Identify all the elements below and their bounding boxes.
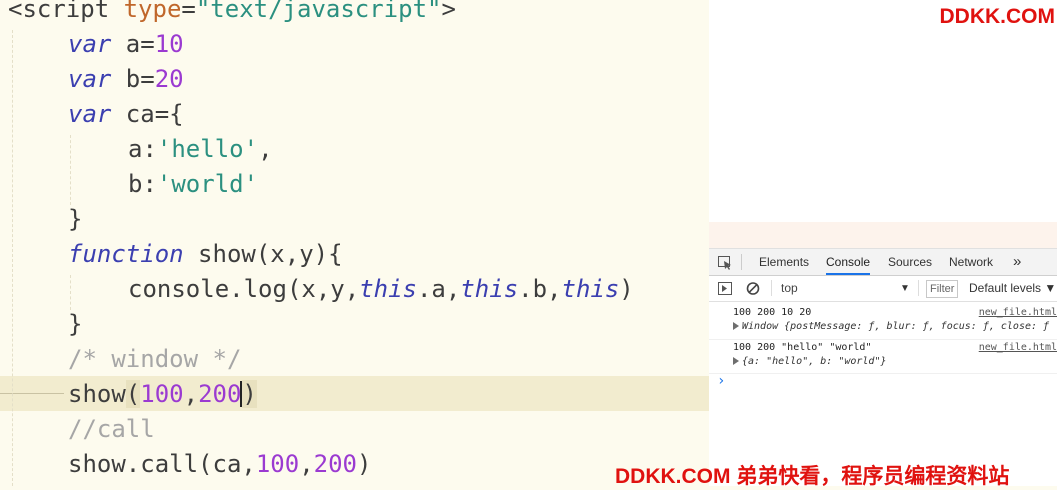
code-token: > — [441, 0, 456, 23]
code-token: console.log(x,y, — [128, 275, 360, 303]
code-token: 20 — [154, 65, 184, 93]
tab-console[interactable]: Console — [826, 249, 871, 275]
current-line-marker — [0, 393, 64, 394]
clear-console-icon[interactable] — [745, 276, 761, 301]
code-token: 100 — [255, 450, 300, 478]
code-token: a= — [111, 30, 155, 58]
code-token: show — [68, 380, 126, 408]
code-line[interactable]: var ca={ — [68, 97, 184, 132]
code-token: /* window */ — [68, 345, 242, 373]
inspect-element-icon[interactable] — [717, 249, 733, 275]
code-token: 10 — [154, 30, 184, 58]
context-dropdown-icon[interactable]: ▼ — [900, 276, 910, 301]
toolbar-divider — [918, 280, 919, 296]
tab-elements[interactable]: Elements — [759, 249, 809, 275]
console-object-row[interactable]: Window {postMessage: ƒ, blur: ƒ, focus: … — [733, 321, 1049, 332]
code-line[interactable]: <script type="text/javascript"> — [8, 0, 456, 27]
code-line[interactable]: } — [68, 202, 82, 237]
code-token: var — [68, 30, 112, 58]
devtools-tab-bar: Elements Console Sources Network » — [709, 249, 1057, 276]
code-token: show(x,y){ — [183, 240, 343, 268]
indent-guide — [70, 135, 71, 205]
code-token: b= — [111, 65, 155, 93]
expand-arrow-icon[interactable] — [733, 322, 739, 330]
log-levels-dropdown[interactable]: Default levels ▼ — [969, 276, 1056, 301]
console-object-row[interactable]: {a: "hello", b: "world"} — [733, 356, 887, 367]
code-token: , — [258, 135, 273, 163]
code-token: ( — [125, 380, 141, 408]
tab-network[interactable]: Network — [949, 249, 993, 275]
tab-sources[interactable]: Sources — [888, 249, 932, 275]
code-line[interactable]: function show(x,y){ — [68, 237, 343, 272]
code-token: type — [123, 0, 182, 23]
console-message: 100 200 "hello" "world" new_file.html {a… — [709, 341, 1057, 374]
devtools-splitter[interactable] — [709, 222, 1057, 249]
code-line[interactable]: a:'hello', — [128, 132, 273, 167]
code-line[interactable]: /* window */ — [68, 342, 241, 377]
devtools-panel: Elements Console Sources Network » top ▼… — [709, 0, 1057, 486]
code-token: 100 — [140, 380, 184, 408]
console-message-text: 100 200 10 20 — [733, 307, 812, 318]
code-line[interactable]: console.log(x,y,this.a,this.b,this) — [128, 272, 634, 307]
code-token: //call — [68, 415, 155, 443]
code-token: ) — [619, 275, 634, 303]
console-toolbar: top ▼ Filter Default levels ▼ — [709, 276, 1057, 302]
indent-guide — [70, 275, 71, 310]
code-line[interactable]: show(100,200) — [68, 377, 257, 412]
watermark-top: DDKK.COM — [939, 5, 1056, 28]
console-object-preview[interactable]: {a: "hello", b: "world"} — [742, 356, 887, 367]
code-line[interactable]: var b=20 — [68, 62, 184, 97]
code-line[interactable]: } — [68, 307, 82, 342]
code-token: 'world' — [156, 170, 259, 198]
context-selector[interactable]: top — [781, 276, 798, 301]
console-message: 100 200 10 20 new_file.html Window {post… — [709, 306, 1057, 340]
toolbar-divider — [771, 280, 772, 296]
code-token: var — [68, 65, 112, 93]
code-token: 200 — [198, 380, 242, 408]
code-token: this — [359, 275, 417, 303]
code-token: b: — [128, 170, 157, 198]
code-token: "text/javascript" — [195, 0, 442, 23]
code-token: ) — [357, 450, 372, 478]
code-token: } — [68, 205, 83, 233]
message-source-link[interactable]: new_file.html — [979, 307, 1057, 318]
code-line[interactable]: var a=10 — [68, 27, 184, 62]
code-token: show.call(ca, — [68, 450, 256, 478]
code-line[interactable]: show.call(ca,100,200) — [68, 447, 371, 482]
code-token: , — [299, 450, 314, 478]
show-drawer-icon[interactable] — [717, 276, 733, 301]
indent-guide — [12, 30, 13, 486]
code-token: , — [183, 380, 199, 408]
message-source-link[interactable]: new_file.html — [979, 342, 1057, 353]
code-token: ca={ — [111, 100, 184, 128]
console-prompt[interactable]: › — [709, 373, 1057, 393]
code-token: function — [68, 240, 184, 268]
code-token: = — [181, 0, 196, 23]
code-token: var — [68, 100, 112, 128]
code-token: ) — [242, 380, 257, 408]
console-object-preview[interactable]: Window {postMessage: ƒ, blur: ƒ, focus: … — [742, 321, 1049, 332]
code-token: this — [460, 275, 519, 303]
code-token: <script — [8, 0, 124, 23]
tab-divider — [741, 254, 742, 270]
code-token: .b, — [518, 275, 562, 303]
code-line[interactable]: //call — [68, 412, 155, 447]
code-token: this — [561, 275, 620, 303]
code-editor[interactable]: <script type="text/javascript"> var a=10 v… — [0, 0, 709, 486]
code-token: a: — [128, 135, 157, 163]
expand-arrow-icon[interactable] — [733, 357, 739, 365]
code-token: } — [68, 310, 83, 338]
more-tabs-icon[interactable]: » — [1013, 249, 1021, 275]
prompt-icon: › — [717, 373, 726, 389]
filter-input[interactable]: Filter — [926, 280, 959, 298]
code-token: .a, — [416, 275, 461, 303]
code-line[interactable]: b:'world' — [128, 167, 258, 202]
code-token: 'hello' — [156, 135, 259, 163]
code-token: 200 — [313, 450, 358, 478]
console-message-text: 100 200 "hello" "world" — [733, 342, 872, 353]
